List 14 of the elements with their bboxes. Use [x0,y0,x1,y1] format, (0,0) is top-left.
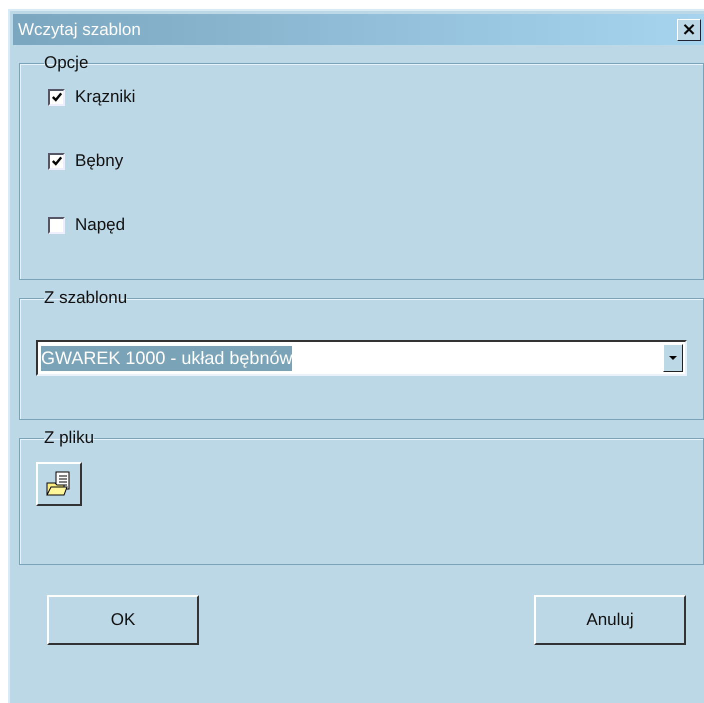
checkbox-label: Napęd [75,215,126,235]
checkbox[interactable] [48,88,65,106]
window-title: Wczytaj szablon [18,20,141,40]
cancel-button[interactable]: Anuluj [534,595,686,645]
checkbox-label: Bębny [75,151,124,171]
ok-button[interactable]: OK [47,595,199,645]
checkbox[interactable] [48,216,65,234]
checkbox[interactable] [48,152,65,170]
open-file-button[interactable] [36,462,82,506]
group-title: Z pliku [44,428,94,448]
checkbox-label: Krązniki [75,87,136,107]
group-title: Opcje [44,53,88,73]
close-button[interactable]: × [677,18,701,40]
group-title: Z szablonu [44,288,128,308]
